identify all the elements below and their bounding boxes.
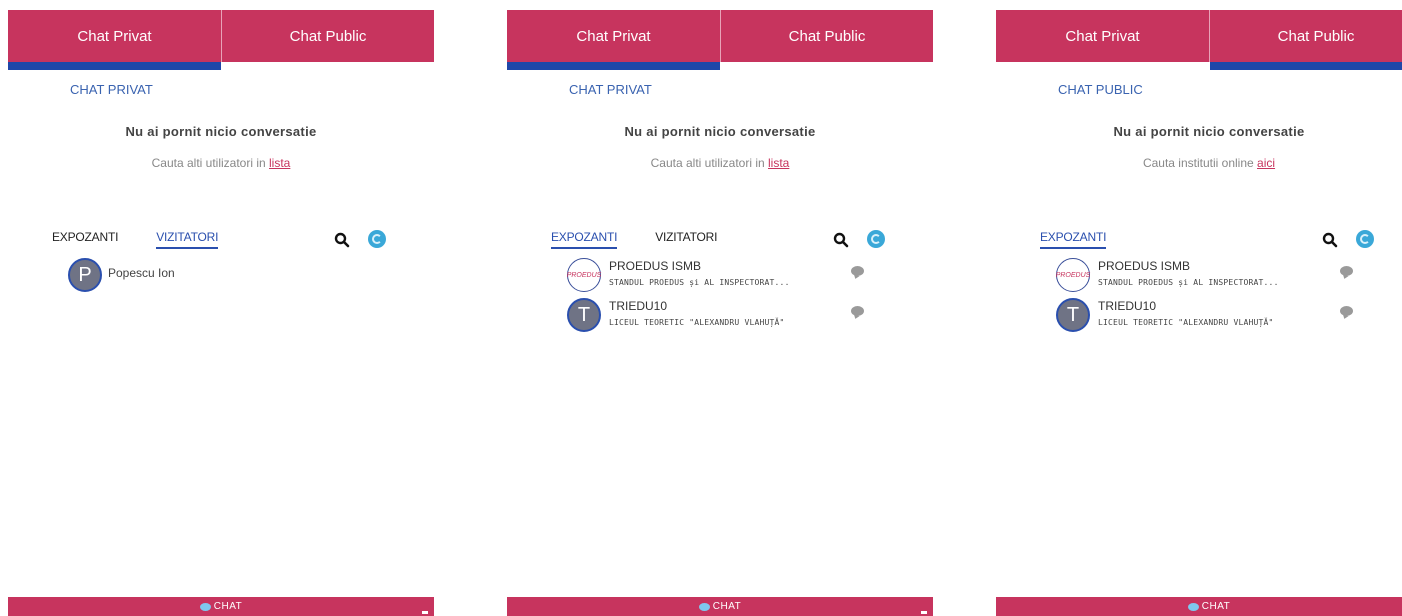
chat-tabs: Chat Privat Chat Public — [507, 10, 933, 70]
chat-footer-bar[interactable]: CHAT — [996, 597, 1402, 616]
list-item[interactable]: T TRIEDU10 LICEUL TEORETIC "ALEXANDRU VL… — [567, 296, 867, 336]
chat-footer-bar[interactable]: CHAT — [507, 597, 933, 616]
logo-text: PROEDUS — [566, 271, 602, 279]
chat-footer-bar[interactable]: CHAT — [8, 597, 434, 616]
user-description: LICEUL TEORETIC "ALEXANDRU VLAHUȚĂ" — [1098, 318, 1274, 327]
chat-icon — [698, 602, 710, 611]
minimize-icon[interactable] — [921, 611, 927, 614]
user-name: Popescu Ion — [108, 266, 175, 280]
search-icon[interactable] — [334, 232, 350, 248]
tab-chat-privat[interactable]: Chat Privat — [507, 10, 720, 70]
user-list: PROEDUS PROEDUS ISMB STANDUL PROEDUS și … — [1056, 256, 1356, 336]
message-icon[interactable] — [851, 266, 864, 276]
user-list: P Popescu Ion — [68, 256, 368, 296]
section-title: CHAT PRIVAT — [70, 82, 153, 97]
message-icon[interactable] — [851, 306, 864, 316]
tab-chat-public[interactable]: Chat Public — [221, 10, 434, 62]
minimize-icon[interactable] — [422, 611, 428, 614]
subtab-expozanti[interactable]: EXPOZANTI — [551, 230, 617, 249]
subtab-expozanti[interactable]: EXPOZANTI — [52, 230, 118, 249]
user-description: LICEUL TEORETIC "ALEXANDRU VLAHUȚĂ" — [609, 318, 785, 327]
subtab-vizitatori[interactable]: VIZITATORI — [156, 230, 218, 249]
user-type-tabs: EXPOZANTI VIZITATORI — [551, 230, 717, 249]
avatar: T — [1056, 298, 1090, 332]
empty-state-title: Nu ai pornit nicio conversatie — [1113, 124, 1305, 139]
tab-label: Chat Public — [1277, 27, 1355, 45]
user-list: PROEDUS PROEDUS ISMB STANDUL PROEDUS și … — [567, 256, 867, 336]
user-name: PROEDUS ISMB — [609, 259, 702, 273]
subtab-expozanti[interactable]: EXPOZANTI — [1040, 230, 1106, 249]
search-icon[interactable] — [833, 232, 849, 248]
section-title: CHAT PRIVAT — [569, 82, 652, 97]
tab-label: Chat Privat — [77, 27, 152, 45]
message-icon[interactable] — [1340, 306, 1353, 316]
list-item[interactable]: PROEDUS PROEDUS ISMB STANDUL PROEDUS și … — [1056, 256, 1356, 296]
tab-chat-public[interactable]: Chat Public — [720, 10, 933, 62]
list-item[interactable]: P Popescu Ion — [68, 256, 368, 296]
chat-panel-1: Chat Privat Chat Public CHAT PRIVAT Nu a… — [8, 10, 434, 616]
avatar: P — [68, 258, 102, 292]
user-description: STANDUL PROEDUS și AL INSPECTORAT... — [1098, 278, 1279, 287]
refresh-icon[interactable] — [867, 230, 885, 248]
avatar: T — [567, 298, 601, 332]
user-list-link[interactable]: lista — [768, 156, 789, 170]
message-icon[interactable] — [1340, 266, 1353, 276]
list-item[interactable]: PROEDUS PROEDUS ISMB STANDUL PROEDUS și … — [567, 256, 867, 296]
user-description: STANDUL PROEDUS și AL INSPECTORAT... — [609, 278, 790, 287]
empty-state-title: Nu ai pornit nicio conversatie — [125, 124, 317, 139]
tab-label: Chat Privat — [576, 27, 651, 45]
chat-tabs: Chat Privat Chat Public — [8, 10, 434, 70]
section-title: CHAT PUBLIC — [1058, 82, 1143, 97]
user-type-tabs: EXPOZANTI VIZITATORI — [52, 230, 218, 249]
empty-state-hint: Cauta alti utilizatori in lista — [8, 156, 434, 170]
tab-chat-public[interactable]: Chat Public — [1209, 10, 1402, 70]
tab-label: Chat Privat — [1065, 27, 1140, 45]
proedus-logo: PROEDUS — [567, 258, 601, 292]
chat-icon — [1187, 602, 1199, 611]
footer-label: CHAT — [712, 601, 742, 612]
user-name: PROEDUS ISMB — [1098, 259, 1191, 273]
user-name: TRIEDU10 — [1098, 299, 1157, 313]
institutions-link[interactable]: aici — [1257, 156, 1275, 170]
tab-chat-privat[interactable]: Chat Privat — [996, 10, 1209, 62]
chat-panel-2: Chat Privat Chat Public CHAT PRIVAT Nu a… — [507, 10, 933, 616]
subtab-vizitatori[interactable]: VIZITATORI — [655, 230, 717, 249]
chat-panel-3: Chat Privat Chat Public CHAT PUBLIC Nu a… — [996, 10, 1402, 616]
tab-label: Chat Public — [788, 27, 866, 45]
user-list-link[interactable]: lista — [269, 156, 290, 170]
list-item[interactable]: T TRIEDU10 LICEUL TEORETIC "ALEXANDRU VL… — [1056, 296, 1356, 336]
tab-chat-privat[interactable]: Chat Privat — [8, 10, 221, 70]
tab-label: Chat Public — [289, 27, 367, 45]
footer-label: CHAT — [1201, 601, 1231, 612]
empty-state-hint: Cauta alti utilizatori in lista — [507, 156, 933, 170]
proedus-logo: PROEDUS — [1056, 258, 1090, 292]
user-name: TRIEDU10 — [609, 299, 668, 313]
refresh-icon[interactable] — [368, 230, 386, 248]
hint-text: Cauta alti utilizatori in — [151, 156, 270, 170]
chat-icon — [199, 602, 211, 611]
hint-text: Cauta alti utilizatori in — [650, 156, 769, 170]
empty-state-hint: Cauta institutii online aici — [996, 156, 1402, 170]
hint-text: Cauta institutii online — [1142, 156, 1258, 170]
search-icon[interactable] — [1322, 232, 1338, 248]
user-type-tabs: EXPOZANTI — [1040, 230, 1106, 249]
empty-state-title: Nu ai pornit nicio conversatie — [624, 124, 816, 139]
chat-tabs: Chat Privat Chat Public — [996, 10, 1402, 70]
logo-text: PROEDUS — [1055, 271, 1091, 279]
footer-label: CHAT — [213, 601, 243, 612]
refresh-icon[interactable] — [1356, 230, 1374, 248]
